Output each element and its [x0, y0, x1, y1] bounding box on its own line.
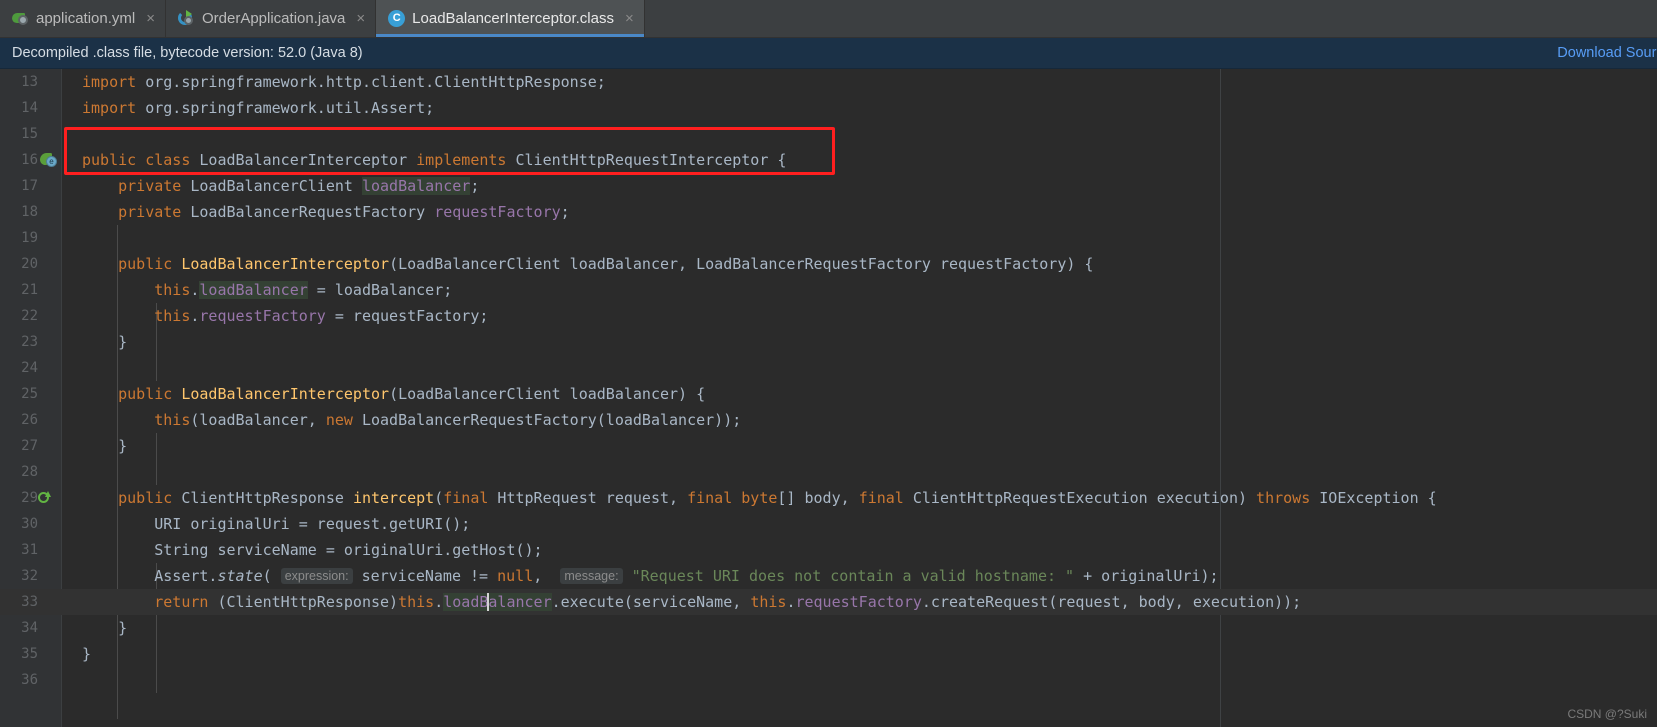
code-line[interactable]: 13 import org.springframework.http.clien… [0, 69, 1657, 95]
code-editor[interactable]: 13 import org.springframework.http.clien… [0, 69, 1657, 727]
line-number: 23 [21, 334, 38, 350]
code-line[interactable]: 23 } [0, 329, 1657, 355]
editor-tab-bar: application.yml × OrderApplication.java … [0, 0, 1657, 38]
code-line[interactable]: 17 private LoadBalancerClient loadBalanc… [0, 173, 1657, 199]
line-content: return (ClientHttpResponse)this.loadBala… [154, 593, 1302, 611]
code-line[interactable]: 28 [0, 459, 1657, 485]
code-line[interactable]: 27 } [0, 433, 1657, 459]
line-number: 36 [21, 672, 38, 688]
line-content: } [82, 619, 128, 637]
inline-hint-message[interactable]: message: [560, 568, 623, 584]
line-number: 34 [21, 620, 38, 636]
line-number: 17 [21, 178, 38, 194]
line-number: 33 [21, 594, 38, 610]
implements-method-icon[interactable] [38, 491, 51, 505]
text-caret [487, 593, 490, 611]
inline-hint-expression[interactable]: expression: [280, 568, 353, 584]
tab-orderapplication-java[interactable]: OrderApplication.java × [166, 0, 377, 37]
line-content: this.loadBalancer = loadBalancer; [154, 281, 453, 299]
line-content: public LoadBalancerInterceptor(LoadBalan… [118, 385, 706, 403]
line-content: Assert.state( expression: serviceName !=… [82, 567, 1219, 585]
download-sources-link[interactable]: Download Sources [1557, 45, 1657, 61]
tab-close-icon[interactable]: × [356, 11, 365, 26]
line-content: } [82, 437, 128, 455]
line-content: public class LoadBalancerInterceptor imp… [82, 151, 787, 169]
code-line[interactable]: 19 [0, 225, 1657, 251]
line-number: 27 [21, 438, 38, 454]
code-line[interactable]: 24 [0, 355, 1657, 381]
line-content: import org.springframework.util.Assert; [82, 99, 435, 117]
line-number: 16 [21, 152, 38, 168]
line-content: private LoadBalancerRequestFactory reque… [118, 203, 570, 221]
code-line[interactable]: 35 } [0, 641, 1657, 667]
line-number: 20 [21, 256, 38, 272]
code-line[interactable]: 22 this.requestFactory = requestFactory; [0, 303, 1657, 329]
banner-message: Decompiled .class file, bytecode version… [12, 45, 363, 61]
spring-bean-icon[interactable]: e [40, 151, 58, 169]
tab-loadbalancerinterceptor-class[interactable]: C LoadBalancerInterceptor.class × [376, 0, 645, 37]
code-line[interactable]: 36 [0, 667, 1657, 693]
line-content: import org.springframework.http.client.C… [82, 73, 606, 91]
line-content: } [82, 333, 128, 351]
tab-label: OrderApplication.java [201, 10, 346, 27]
code-line-current[interactable]: 33 return (ClientHttpResponse)this.loadB… [0, 589, 1657, 615]
tab-label: application.yml [36, 10, 136, 27]
line-content: } [82, 645, 92, 663]
code-line[interactable]: 32 Assert.state( expression: serviceName… [0, 563, 1657, 589]
line-content: String serviceName = originalUri.getHost… [82, 541, 543, 559]
line-number: 15 [21, 126, 38, 142]
tab-close-icon[interactable]: × [625, 11, 634, 26]
line-number: 19 [21, 230, 38, 246]
line-number: 26 [21, 412, 38, 428]
code-line[interactable]: 16 e public class LoadBalancerIntercepto… [0, 147, 1657, 173]
line-number: 14 [21, 100, 38, 116]
code-lines[interactable]: 13 import org.springframework.http.clien… [0, 69, 1657, 727]
line-number: 32 [21, 568, 38, 584]
code-line[interactable]: 15 [0, 121, 1657, 147]
code-line[interactable]: 14 import org.springframework.util.Asser… [0, 95, 1657, 121]
line-number: 21 [21, 282, 38, 298]
code-line[interactable]: 34 } [0, 615, 1657, 641]
line-number: 28 [21, 464, 38, 480]
code-line[interactable]: 30 URI originalUri = request.getURI(); [0, 511, 1657, 537]
decompiled-notice-banner: Decompiled .class file, bytecode version… [0, 38, 1657, 69]
line-number: 29 [21, 490, 38, 506]
line-number: 25 [21, 386, 38, 402]
line-number: 30 [21, 516, 38, 532]
code-line[interactable]: 18 private LoadBalancerRequestFactory re… [0, 199, 1657, 225]
line-number: 31 [21, 542, 38, 558]
line-number: 35 [21, 646, 38, 662]
line-content: private LoadBalancerClient loadBalancer; [118, 177, 480, 195]
line-number: 24 [21, 360, 38, 376]
spring-boot-icon [177, 10, 195, 27]
code-line[interactable]: 21 this.loadBalancer = loadBalancer; [0, 277, 1657, 303]
line-number: 22 [21, 308, 38, 324]
line-content: this(loadBalancer, new LoadBalancerReque… [154, 411, 742, 429]
line-number: 13 [21, 74, 38, 90]
line-number: 18 [21, 204, 38, 220]
class-file-icon: C [388, 10, 406, 27]
line-content: public LoadBalancerInterceptor(LoadBalan… [118, 255, 1094, 273]
code-line[interactable]: 31 String serviceName = originalUri.getH… [0, 537, 1657, 563]
code-line[interactable]: 25 public LoadBalancerInterceptor(LoadBa… [0, 381, 1657, 407]
line-content: URI originalUri = request.getURI(); [82, 515, 471, 533]
line-content: public ClientHttpResponse intercept(fina… [118, 489, 1437, 507]
line-content: this.requestFactory = requestFactory; [154, 307, 489, 325]
spring-leaf-icon [12, 10, 29, 27]
watermark-text: CSDN @?Suki [1567, 707, 1647, 721]
code-line[interactable]: 26 this(loadBalancer, new LoadBalancerRe… [0, 407, 1657, 433]
tab-label: LoadBalancerInterceptor.class [412, 10, 614, 27]
code-line[interactable]: 20 public LoadBalancerInterceptor(LoadBa… [0, 251, 1657, 277]
tab-close-icon[interactable]: × [146, 11, 155, 26]
tab-application-yml[interactable]: application.yml × [0, 0, 166, 37]
code-line[interactable]: 29 public ClientHttpResponse intercept(f… [0, 485, 1657, 511]
